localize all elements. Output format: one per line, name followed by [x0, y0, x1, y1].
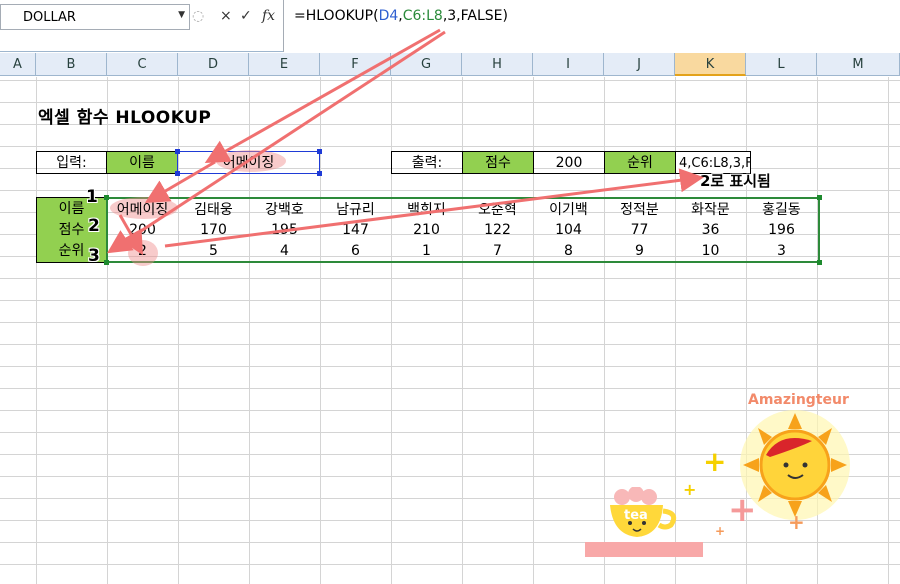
- plus-icon: +: [788, 510, 805, 534]
- arrow-formula-to-input: [204, 28, 441, 163]
- arrow-input-to-name: [144, 160, 216, 204]
- teacup-icon: [585, 487, 703, 557]
- plus-icon: +: [715, 524, 726, 538]
- arrow-rank-to-result: [164, 168, 704, 248]
- cup-text: tea: [624, 508, 648, 523]
- plus-icon: +: [728, 490, 757, 530]
- plus-icon: +: [703, 445, 727, 478]
